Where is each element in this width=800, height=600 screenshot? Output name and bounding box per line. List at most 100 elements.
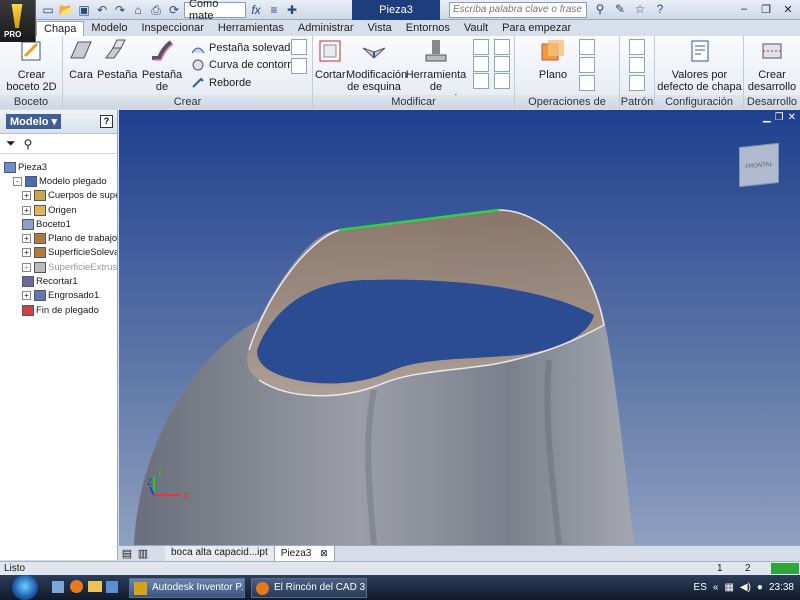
corner-round-icon[interactable]	[473, 73, 489, 89]
ucs-icon[interactable]	[579, 75, 595, 91]
volume-icon[interactable]: ◀)	[740, 582, 751, 593]
axis-icon[interactable]	[579, 39, 595, 55]
update-icon[interactable]: ⟳	[166, 2, 182, 18]
mirror-icon[interactable]	[629, 75, 645, 91]
cortar-button[interactable]: Cortar	[315, 38, 346, 81]
crear-desarrollo-button[interactable]: Crear desarrollo	[746, 38, 798, 93]
expand-icon[interactable]: +	[22, 291, 31, 301]
curva-contorno-button[interactable]: Curva de contorno	[191, 56, 300, 74]
cascade-icon[interactable]: ▥	[135, 547, 151, 560]
undo-icon[interactable]: ↶	[94, 2, 110, 18]
search-input[interactable]: Escriba palabra clave o frase	[449, 2, 587, 18]
doc-tab-boca[interactable]: boca alta capacid...ipt	[165, 546, 275, 561]
cara-button[interactable]: Cara	[67, 38, 95, 81]
tab-vista[interactable]: Vista	[361, 21, 399, 36]
browser-title[interactable]: Modelo ▾	[6, 114, 62, 129]
tab-modelo[interactable]: Modelo	[84, 21, 134, 36]
expand-icon[interactable]: +	[22, 234, 31, 244]
start-button[interactable]	[12, 575, 38, 600]
tray-app-icon[interactable]: ●	[757, 582, 763, 593]
material-combo[interactable]: Como mate	[184, 0, 246, 22]
clock[interactable]: 23:38	[769, 582, 794, 593]
point-icon[interactable]	[579, 57, 595, 73]
valores-defecto-button[interactable]: Valores por defecto de chapa	[657, 38, 742, 93]
tab-herramientas[interactable]: Herramientas	[211, 21, 291, 36]
tree-node[interactable]: + SuperficieExtrusi	[0, 260, 117, 274]
star-icon[interactable]: ☆	[632, 1, 648, 17]
tray-expand-icon[interactable]: «	[713, 582, 719, 593]
home-icon[interactable]: ⌂	[130, 2, 146, 18]
hole-icon[interactable]	[494, 39, 510, 55]
expand-icon[interactable]: +	[22, 248, 31, 258]
circular-pattern-icon[interactable]	[629, 57, 645, 73]
expand-icon[interactable]: +	[22, 262, 31, 272]
app-quicklaunch-icon[interactable]	[106, 581, 118, 593]
doc-tab-pieza3[interactable]: Pieza3 ⊠	[274, 546, 335, 561]
print-icon[interactable]: ⎙	[148, 2, 164, 18]
expand-icon[interactable]: +	[22, 205, 31, 215]
tab-entornos[interactable]: Entornos	[399, 21, 457, 36]
tree-node[interactable]: Pieza3	[0, 160, 117, 174]
network-icon[interactable]: ▦	[724, 582, 733, 593]
tab-vault[interactable]: Vault	[457, 21, 495, 36]
reborde-button[interactable]: Reborde	[191, 74, 251, 92]
browser-help-icon[interactable]: ?	[100, 115, 113, 128]
wrench-icon[interactable]: ✎	[612, 1, 628, 17]
firefox-quicklaunch-icon[interactable]	[70, 580, 83, 593]
doc-tab-close-icon[interactable]: ⊠	[320, 548, 328, 558]
graphics-viewport[interactable]: ▁ ❐ ✕ FRONTAL X Y Z	[119, 110, 800, 545]
task-rincon-cad[interactable]: El Rincón del CAD 3...	[251, 578, 367, 598]
corner-seam-icon	[362, 47, 386, 59]
tree-node[interactable]: + Plano de trabajo	[0, 231, 117, 245]
restore-icon[interactable]: ❐	[756, 1, 776, 17]
collapse-icon[interactable]: -	[13, 176, 22, 186]
find-icon[interactable]: ⚲	[24, 137, 33, 151]
crear-boceto-button[interactable]: Crear boceto 2D	[4, 38, 59, 93]
tree-node[interactable]: + Engrosado1	[0, 289, 117, 303]
close-icon[interactable]: ✕	[778, 1, 798, 17]
pestana-solevada-button[interactable]: Pestaña solevada	[191, 39, 296, 57]
tree-node[interactable]: - Modelo plegado	[0, 174, 117, 188]
expand-icon[interactable]: +	[22, 191, 31, 201]
refold-icon[interactable]	[473, 56, 489, 72]
tree-node[interactable]: + Cuerpos de supe	[0, 189, 117, 203]
pestana-button[interactable]: Pestaña	[97, 38, 137, 81]
help-icon[interactable]: ?	[652, 1, 668, 17]
tree-node-icon	[34, 233, 46, 245]
application-menu-button[interactable]: PRO	[0, 0, 36, 42]
tile-icon[interactable]: ▤	[119, 547, 135, 560]
plus-icon[interactable]: ✚	[284, 2, 300, 18]
task-inventor[interactable]: Autodesk Inventor P...	[129, 578, 245, 598]
tree-node[interactable]: Recortar1	[0, 274, 117, 288]
minimize-icon[interactable]: –	[734, 1, 754, 17]
tab-administrar[interactable]: Administrar	[291, 21, 361, 36]
unfold-icon[interactable]	[473, 39, 489, 55]
redo-icon[interactable]: ↷	[112, 2, 128, 18]
cortar-label: Cortar	[315, 69, 346, 81]
tree-node[interactable]: Boceto1	[0, 217, 117, 231]
bend-icon[interactable]	[291, 58, 307, 74]
rectangular-pattern-icon[interactable]	[629, 39, 645, 55]
new-file-icon[interactable]: ▭	[40, 2, 56, 18]
function-icon[interactable]: fx	[248, 2, 264, 18]
fold-icon[interactable]	[291, 39, 307, 55]
language-indicator[interactable]: ES	[694, 582, 707, 593]
corner-break-icon[interactable]	[494, 73, 510, 89]
filter-icon[interactable]: ⏷	[6, 136, 16, 151]
save-icon[interactable]: ▣	[76, 2, 92, 18]
show-desktop-icon[interactable]	[52, 581, 64, 593]
tab-para-empezar[interactable]: Para empezar	[495, 21, 578, 36]
tree-node[interactable]: + SuperficieSolevad	[0, 246, 117, 260]
line-weight-icon[interactable]: ≡	[266, 2, 282, 18]
plano-button[interactable]: Plano	[533, 38, 573, 81]
tree-node-icon	[34, 247, 46, 259]
tab-chapa[interactable]: Chapa	[36, 21, 85, 36]
modificacion-esquina-button[interactable]: Modificación de esquina	[346, 38, 407, 93]
corner-chamfer-icon[interactable]	[494, 56, 510, 72]
folder-quicklaunch-icon[interactable]	[88, 581, 102, 592]
tree-node[interactable]: + Origen	[0, 203, 117, 217]
tree-node[interactable]: Fin de plegado	[0, 303, 117, 317]
binoculars-icon[interactable]: ⚲	[592, 1, 608, 17]
open-icon[interactable]: 📂	[58, 2, 74, 18]
tab-inspeccionar[interactable]: Inspeccionar	[135, 21, 211, 36]
